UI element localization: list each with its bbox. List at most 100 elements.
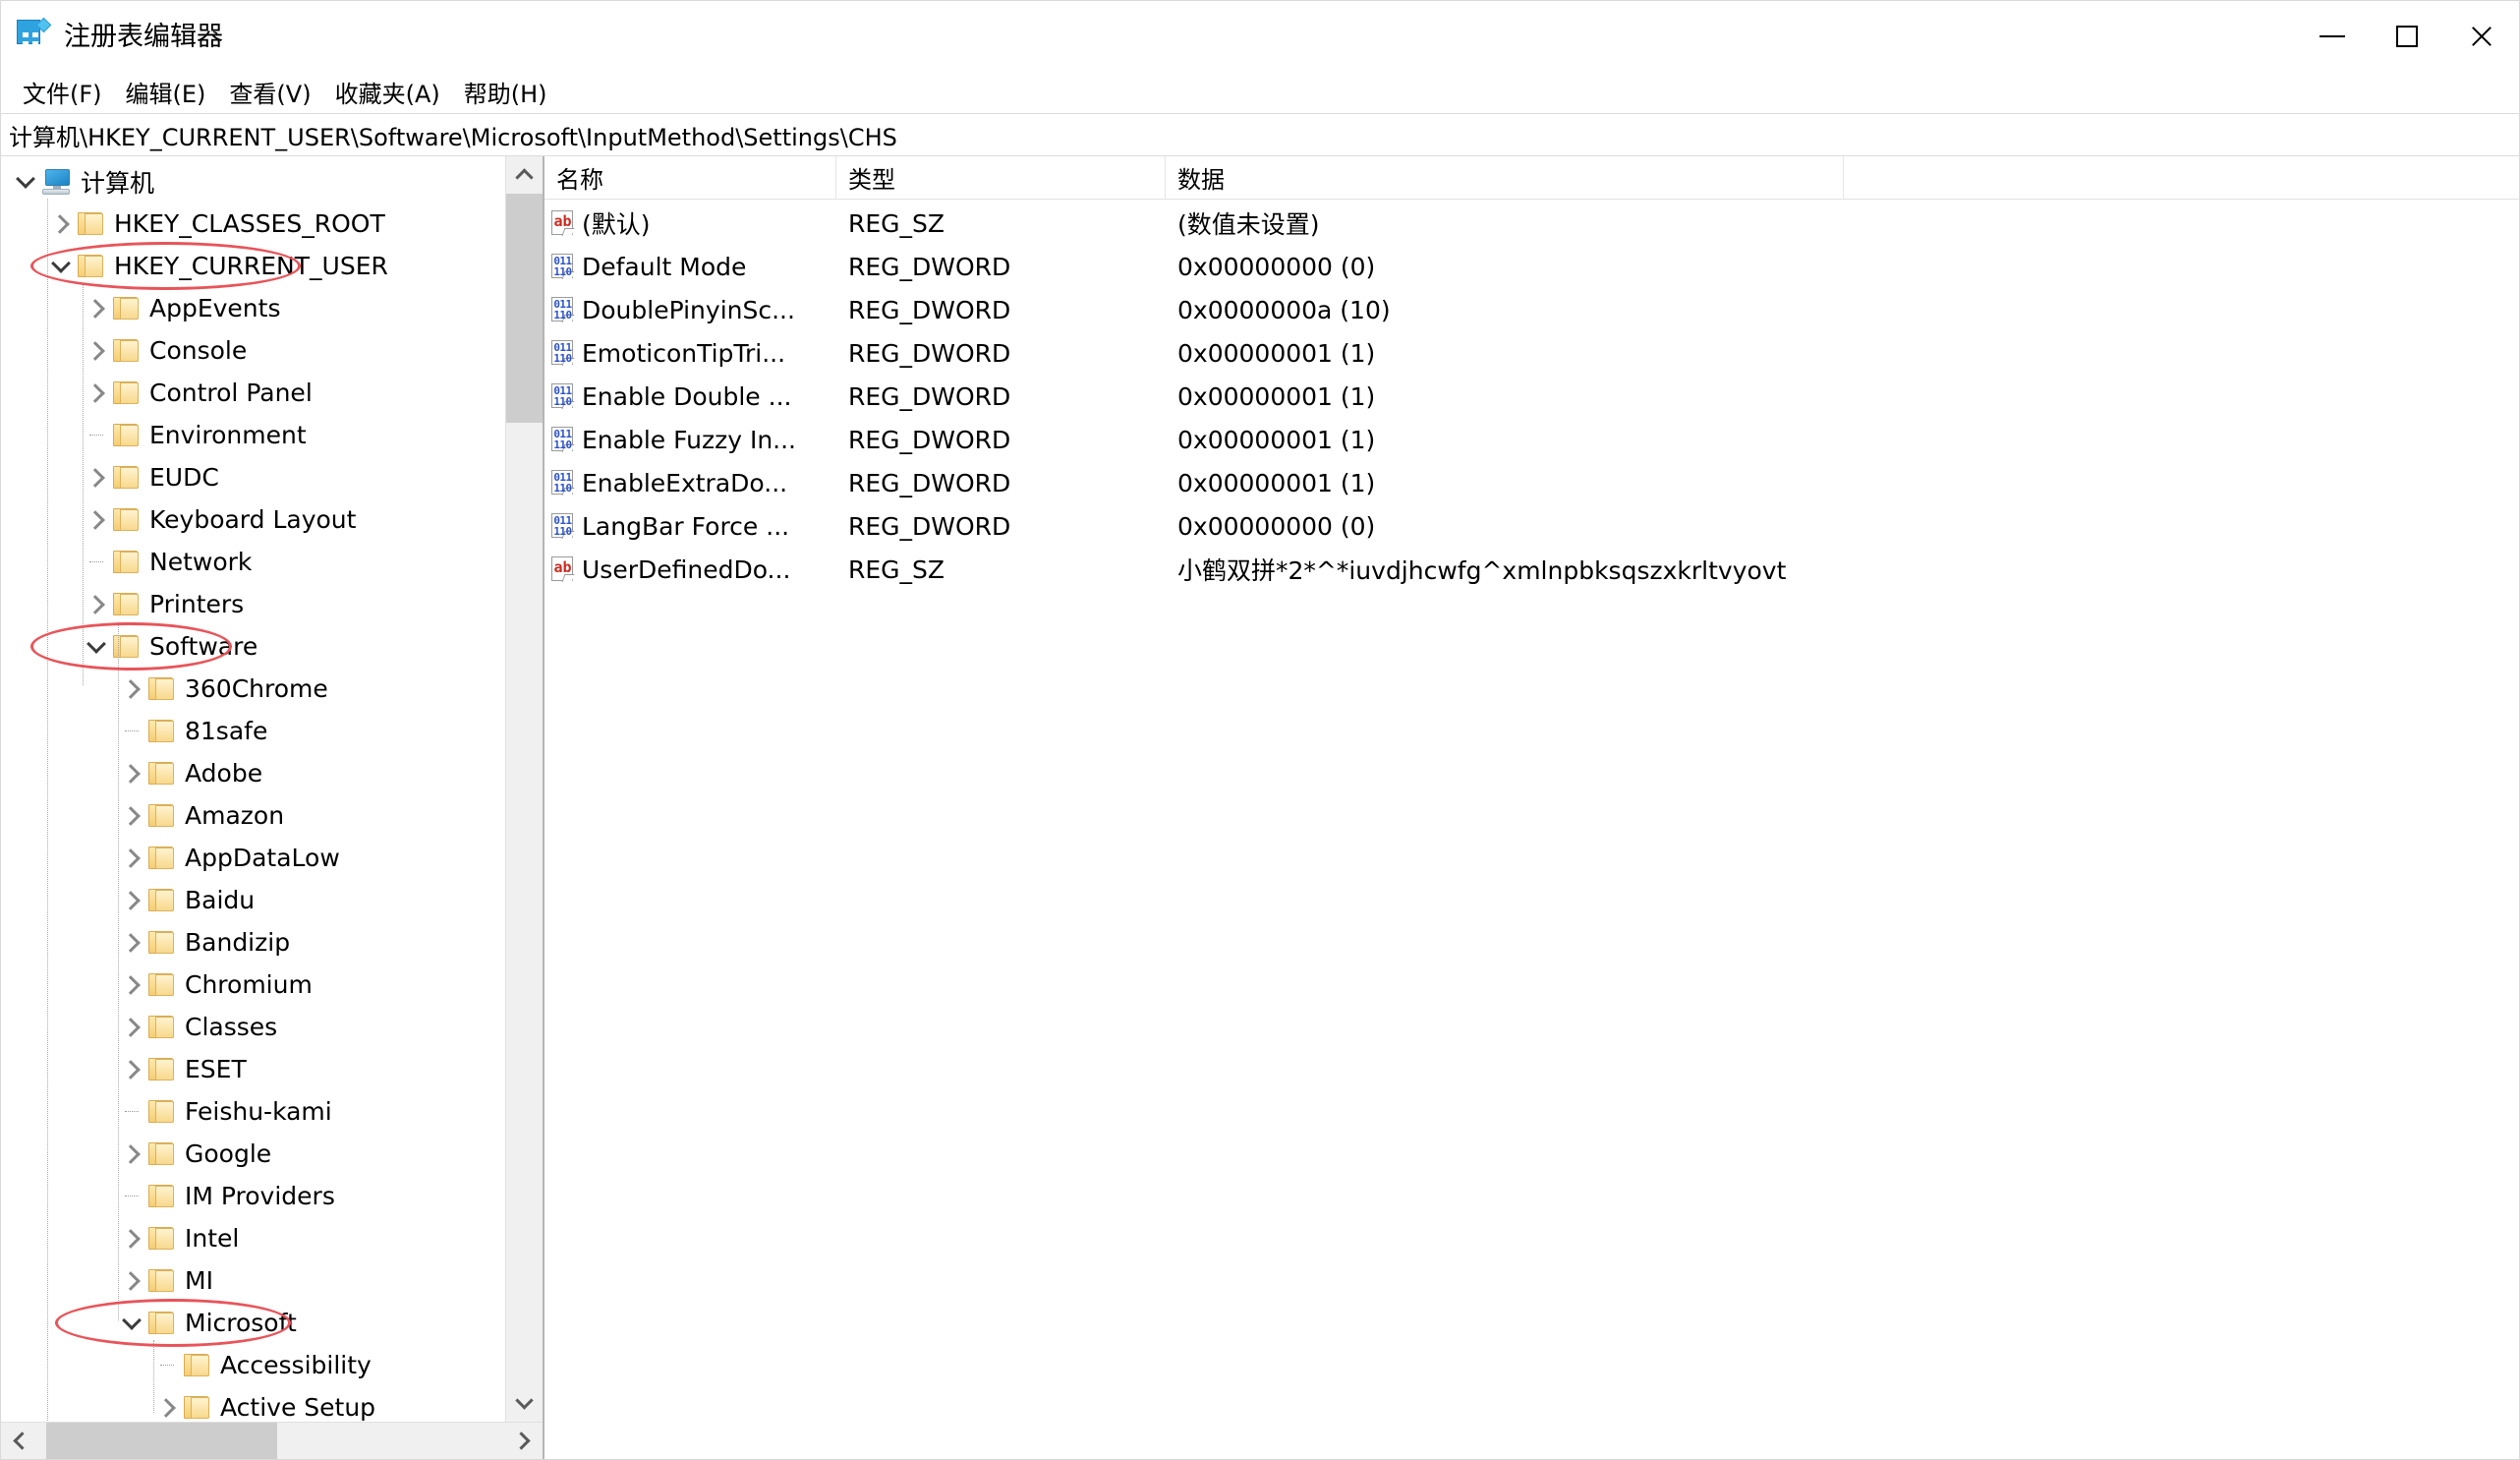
tree-hscroll-thumb[interactable] bbox=[46, 1423, 277, 1459]
minimize-icon bbox=[2320, 35, 2345, 37]
values-list[interactable]: ab (默认) REG_SZ (数值未设置) 011 110 Default Mode REG… bbox=[544, 200, 2519, 1459]
tree-node-appevents[interactable]: AppEvents bbox=[1, 287, 505, 329]
tree-node-software[interactable]: Software bbox=[1, 625, 505, 668]
chevron-right-icon[interactable] bbox=[115, 668, 148, 710]
scroll-up-button[interactable] bbox=[506, 156, 543, 194]
tree-node-classes[interactable]: Classes bbox=[1, 1006, 505, 1048]
tree-node-appdatalow[interactable]: AppDataLow bbox=[1, 837, 505, 879]
chevron-right-icon[interactable] bbox=[44, 203, 78, 245]
tree-node-intel[interactable]: Intel bbox=[1, 1217, 505, 1259]
twisty-glyph bbox=[120, 890, 141, 910]
menu-help[interactable]: 帮助(H) bbox=[452, 73, 559, 111]
value-row[interactable]: 011 110 Enable Double ... REG_DWORD 0x000000… bbox=[544, 375, 2519, 418]
column-header-data[interactable]: 数据 bbox=[1166, 156, 1844, 199]
tree-node-network[interactable]: Network bbox=[1, 541, 505, 583]
value-name-cell: 011 110 Enable Double ... bbox=[544, 382, 836, 411]
tree-hscroll-track[interactable] bbox=[38, 1423, 505, 1459]
chevron-right-icon[interactable] bbox=[80, 583, 113, 625]
tree-node-google[interactable]: Google bbox=[1, 1133, 505, 1175]
chevron-right-icon[interactable] bbox=[115, 752, 148, 794]
menu-file[interactable]: 文件(F) bbox=[11, 73, 114, 111]
tree-node-environment[interactable]: Environment bbox=[1, 414, 505, 456]
tree-node-amazon[interactable]: Amazon bbox=[1, 794, 505, 837]
chevron-right-icon[interactable] bbox=[115, 1133, 148, 1175]
tree-node-keyboard-layout[interactable]: Keyboard Layout bbox=[1, 498, 505, 541]
chevron-down-icon[interactable] bbox=[80, 625, 113, 668]
tree-horizontal-scrollbar[interactable] bbox=[1, 1422, 543, 1459]
value-row[interactable]: ab UserDefinedDo... REG_SZ 小鹤双拼*2*^*iuvdjhc… bbox=[544, 548, 2519, 591]
chevron-right-icon[interactable] bbox=[80, 456, 113, 498]
tree-scroll-track[interactable] bbox=[506, 194, 543, 1384]
chevron-down-icon[interactable] bbox=[44, 245, 78, 287]
chevron-right-icon[interactable] bbox=[115, 964, 148, 1006]
maximize-button[interactable] bbox=[2370, 1, 2444, 72]
tree-node-chromium[interactable]: Chromium bbox=[1, 964, 505, 1006]
close-button[interactable] bbox=[2444, 1, 2519, 72]
value-row[interactable]: ab (默认) REG_SZ (数值未设置) bbox=[544, 202, 2519, 245]
tree-node-360chrome[interactable]: 360Chrome bbox=[1, 668, 505, 710]
chevron-right-icon[interactable] bbox=[80, 329, 113, 372]
value-row[interactable]: 011 110 Default Mode REG_DWORD 0x00000000 (0… bbox=[544, 245, 2519, 288]
scroll-left-button[interactable] bbox=[1, 1423, 38, 1459]
tree-scroll-thumb[interactable] bbox=[506, 194, 543, 423]
tree-node-feishu-kami[interactable]: Feishu-kami bbox=[1, 1090, 505, 1133]
chevron-right-icon[interactable] bbox=[115, 794, 148, 837]
scroll-right-button[interactable] bbox=[505, 1423, 543, 1459]
tree-node-console[interactable]: Console bbox=[1, 329, 505, 372]
value-row[interactable]: 011 110 Enable Fuzzy In... REG_DWORD 0x00000… bbox=[544, 418, 2519, 461]
tree-node--[interactable]: 计算机 bbox=[1, 160, 505, 203]
registry-tree[interactable]: 计算机 HKEY_CLASSES_ROOT HKEY_CURRENT_USER App… bbox=[1, 156, 505, 1422]
tree-node-hkey-classes-root[interactable]: HKEY_CLASSES_ROOT bbox=[1, 203, 505, 245]
chevron-right-icon[interactable] bbox=[80, 498, 113, 541]
minimize-button[interactable] bbox=[2295, 1, 2370, 72]
tree-node-81safe[interactable]: 81safe bbox=[1, 710, 505, 752]
tree-node-control-panel[interactable]: Control Panel bbox=[1, 372, 505, 414]
chevron-down-icon[interactable] bbox=[115, 1302, 148, 1344]
chevron-right-icon[interactable] bbox=[80, 372, 113, 414]
folder-icon bbox=[148, 972, 176, 997]
folder-icon bbox=[148, 1311, 176, 1335]
address-bar[interactable]: 计算机\HKEY_CURRENT_USER\Software\Microsoft… bbox=[1, 113, 2519, 156]
tree-node-eset[interactable]: ESET bbox=[1, 1048, 505, 1090]
tree-node-eudc[interactable]: EUDC bbox=[1, 456, 505, 498]
folder-icon bbox=[148, 930, 176, 955]
tree-node-active-setup[interactable]: Active Setup bbox=[1, 1386, 505, 1422]
tree-node-printers[interactable]: Printers bbox=[1, 583, 505, 625]
tree-vertical-scrollbar[interactable] bbox=[505, 156, 543, 1422]
chevron-right-icon bbox=[512, 1431, 531, 1450]
chevron-right-icon[interactable] bbox=[115, 837, 148, 879]
menu-favorites[interactable]: 收藏夹(A) bbox=[323, 73, 452, 111]
menu-edit[interactable]: 编辑(E) bbox=[114, 73, 218, 111]
tree-node-bandizip[interactable]: Bandizip bbox=[1, 921, 505, 964]
menu-view[interactable]: 查看(V) bbox=[217, 73, 322, 111]
chevron-right-icon[interactable] bbox=[80, 287, 113, 329]
value-row[interactable]: 011 110 LangBar Force ... REG_DWORD 0x000000… bbox=[544, 504, 2519, 548]
tree-node-label: Printers bbox=[149, 590, 245, 618]
tree-node-baidu[interactable]: Baidu bbox=[1, 879, 505, 921]
chevron-right-icon[interactable] bbox=[115, 1006, 148, 1048]
tree-node-microsoft[interactable]: Microsoft bbox=[1, 1302, 505, 1344]
tree-node-accessibility[interactable]: Accessibility bbox=[1, 1344, 505, 1386]
column-header-name[interactable]: 名称 bbox=[544, 156, 836, 199]
tree-node-label: MI bbox=[185, 1266, 213, 1295]
chevron-right-icon[interactable] bbox=[150, 1386, 184, 1422]
scroll-down-button[interactable] bbox=[506, 1384, 543, 1422]
chevron-right-icon[interactable] bbox=[115, 1217, 148, 1259]
maximize-icon bbox=[2396, 26, 2418, 47]
value-row[interactable]: 011 110 EmoticonTipTri... REG_DWORD 0x000000… bbox=[544, 331, 2519, 375]
value-row[interactable]: 011 110 DoublePinyinSc... REG_DWORD 0x000000… bbox=[544, 288, 2519, 331]
tree-node-mi[interactable]: MI bbox=[1, 1259, 505, 1302]
tree-node-hkey-current-user[interactable]: HKEY_CURRENT_USER bbox=[1, 245, 505, 287]
tree-node-label: Amazon bbox=[185, 801, 285, 830]
tree-node-im-providers[interactable]: IM Providers bbox=[1, 1175, 505, 1217]
chevron-right-icon[interactable] bbox=[115, 879, 148, 921]
chevron-right-icon[interactable] bbox=[115, 1048, 148, 1090]
tree-guide-line-1 bbox=[83, 283, 84, 685]
chevron-down-icon[interactable] bbox=[9, 160, 42, 203]
value-row[interactable]: 011 110 EnableExtraDo... REG_DWORD 0x0000000… bbox=[544, 461, 2519, 504]
column-header-type[interactable]: 类型 bbox=[836, 156, 1166, 199]
chevron-up-icon bbox=[515, 168, 534, 187]
chevron-right-icon[interactable] bbox=[115, 1259, 148, 1302]
tree-node-adobe[interactable]: Adobe bbox=[1, 752, 505, 794]
chevron-right-icon[interactable] bbox=[115, 921, 148, 964]
